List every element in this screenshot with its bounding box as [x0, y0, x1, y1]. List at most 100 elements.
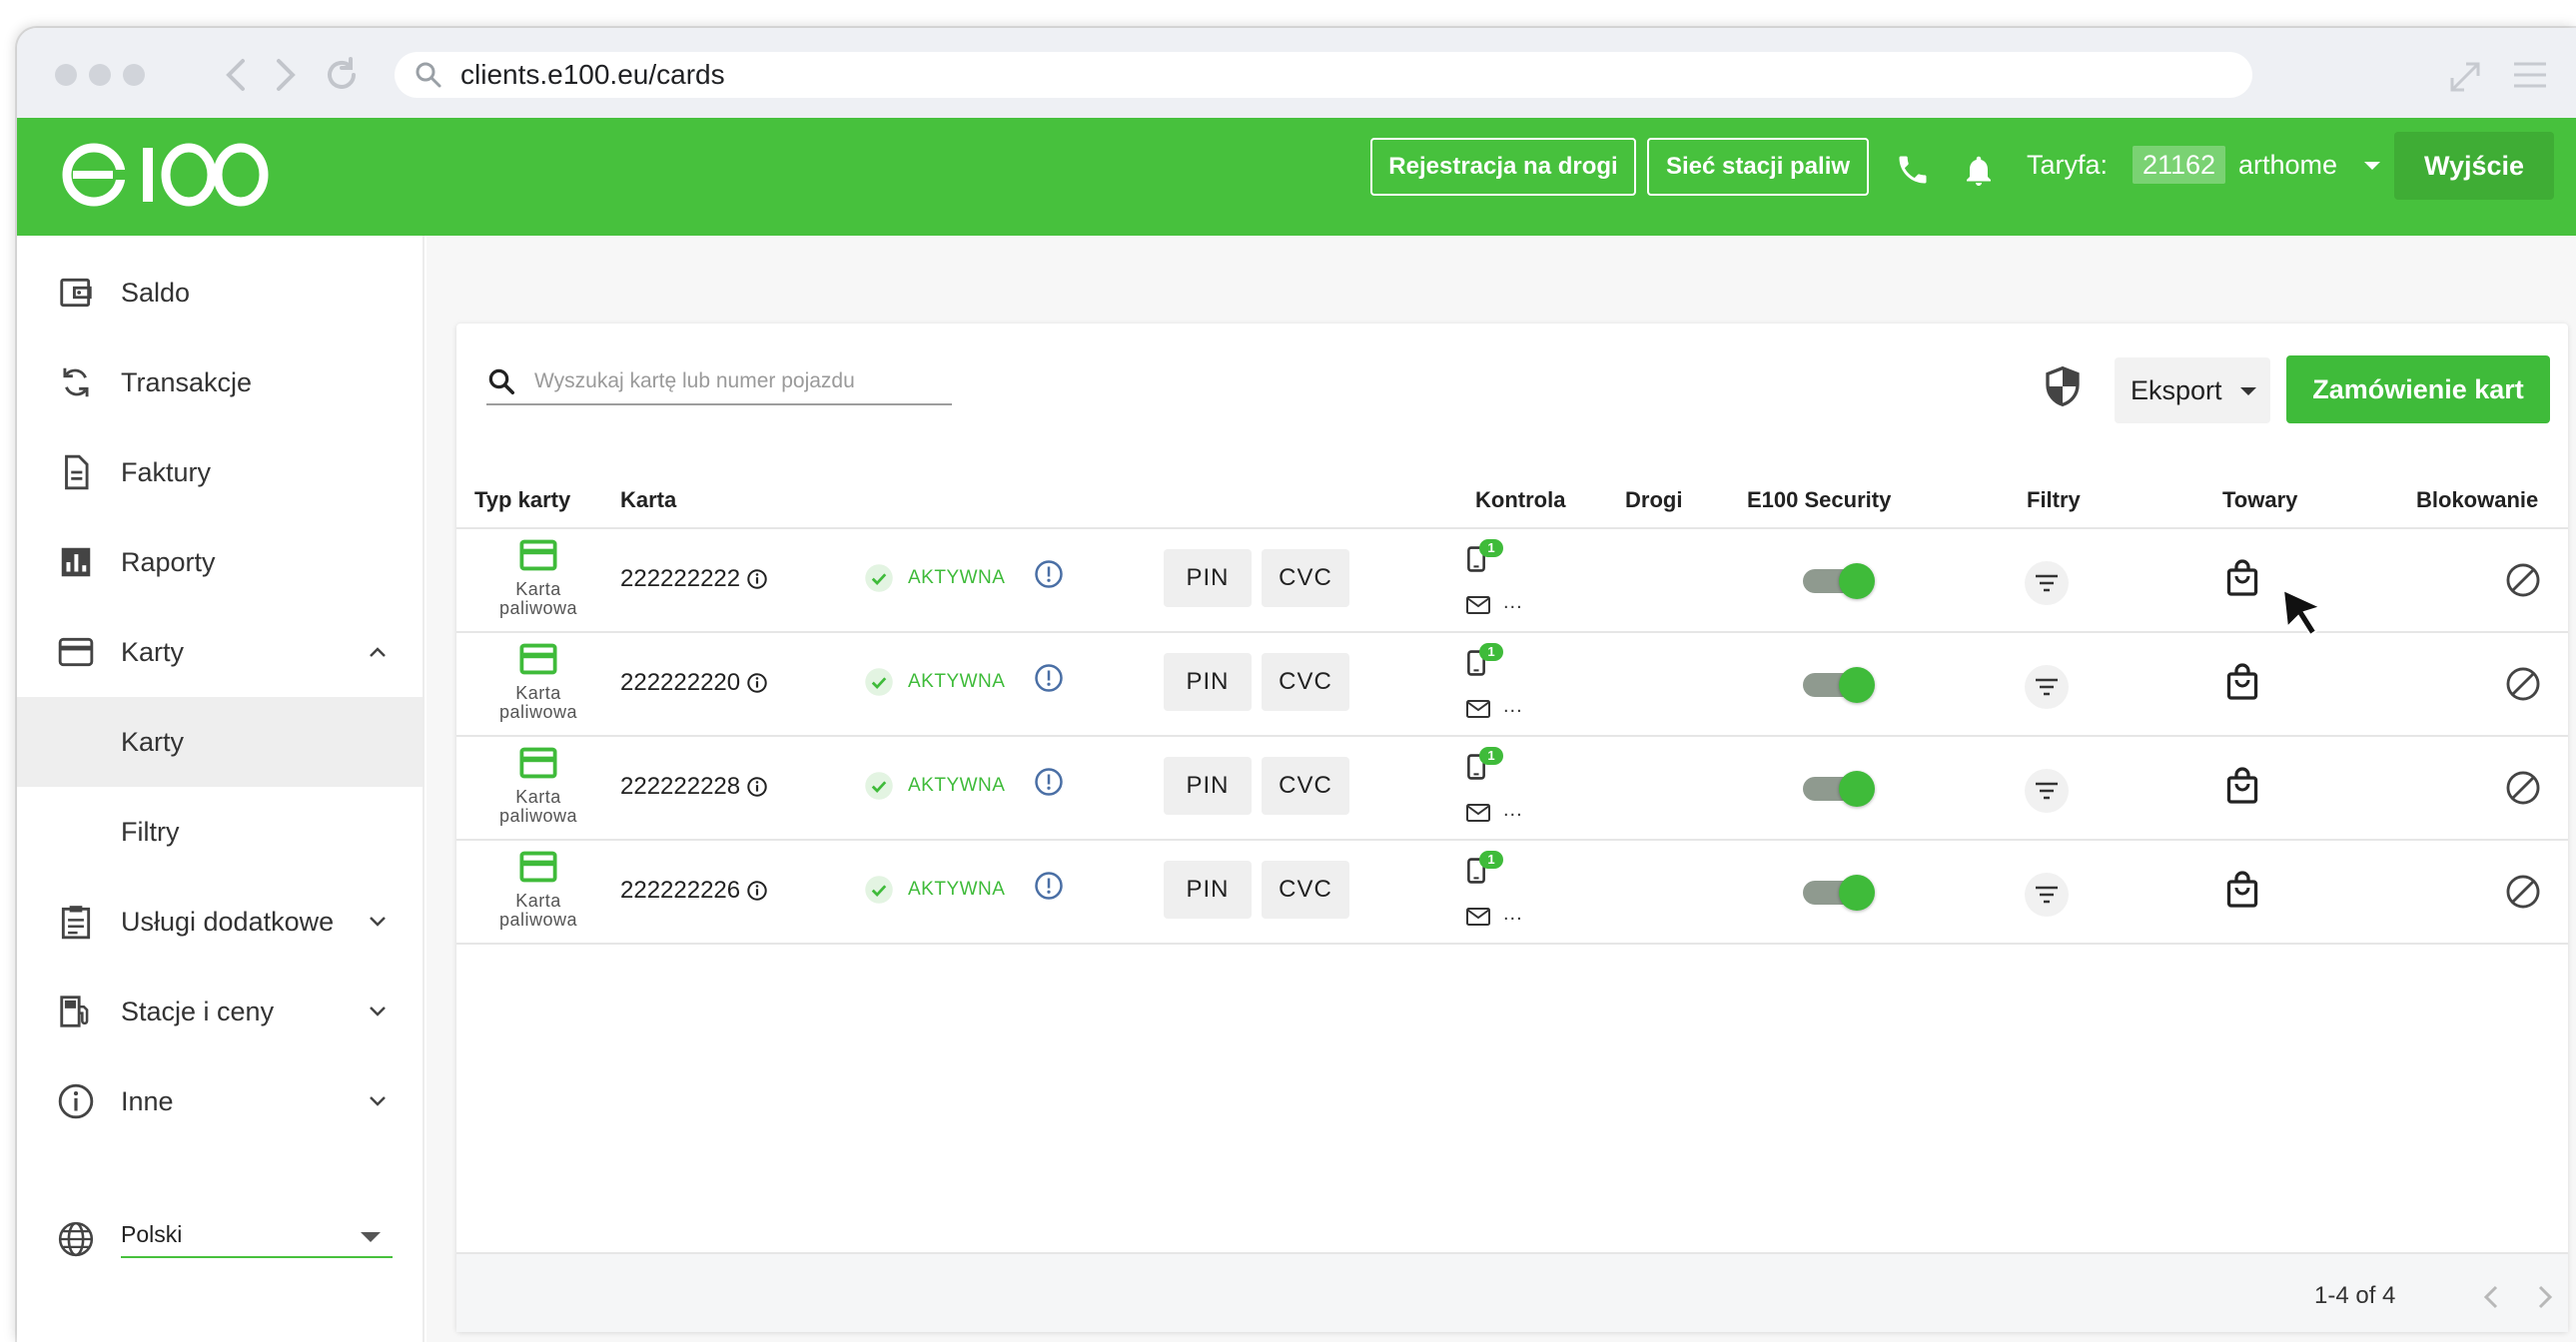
column-header-card-type[interactable]: Typ karty [474, 487, 570, 513]
sidebar-subitem-filtry[interactable]: Filtry [17, 787, 423, 877]
more-indicator: ... [1503, 799, 1523, 821]
e100-security-toggle[interactable] [1803, 771, 1875, 807]
address-bar[interactable]: clients.e100.eu/cards [395, 52, 2252, 98]
toggle-knob [1839, 875, 1875, 911]
chevron-down-icon[interactable] [367, 911, 389, 933]
alert-circle-icon[interactable] [1034, 559, 1064, 589]
sidebar-subitem-karty[interactable]: Karty [17, 697, 423, 787]
sidebar-item-inne[interactable]: Inne [17, 1056, 423, 1146]
notification-bell-icon[interactable] [1961, 152, 1997, 190]
phone-icon[interactable] [1895, 152, 1931, 188]
info-icon[interactable] [746, 880, 768, 902]
card-number[interactable]: 222222226 [620, 877, 740, 905]
cvc-button[interactable]: CVC [1262, 861, 1349, 919]
info-icon[interactable] [746, 568, 768, 590]
refresh-icon [63, 367, 89, 397]
control-cell[interactable]: 1 ... [1465, 747, 1535, 831]
road-registration-button[interactable]: Rejestracja na drogi [1370, 138, 1636, 196]
window-close-dot[interactable] [55, 64, 77, 86]
block-icon[interactable] [2504, 561, 2542, 599]
search-input[interactable] [534, 369, 934, 393]
more-indicator: ... [1503, 591, 1523, 613]
block-icon[interactable] [2504, 769, 2542, 807]
table-row[interactable]: Karta paliwowa 222222222 AKTYWNA PIN CVC… [456, 529, 2568, 633]
info-icon [58, 1083, 94, 1119]
column-header-card[interactable]: Karta [620, 487, 676, 513]
reload-icon[interactable] [323, 56, 361, 94]
window-minimize-dot[interactable] [89, 64, 111, 86]
card-number[interactable]: 222222222 [620, 565, 740, 593]
column-header-goods[interactable]: Towary [2222, 487, 2297, 513]
tariff-value: 21162 [2133, 146, 2226, 184]
e100-logo[interactable] [61, 140, 271, 210]
sidebar-item-karty[interactable]: Karty [17, 607, 423, 697]
info-icon[interactable] [746, 672, 768, 694]
e100-security-toggle[interactable] [1803, 667, 1875, 703]
alert-circle-icon[interactable] [1034, 871, 1064, 901]
pin-button[interactable]: PIN [1164, 757, 1252, 815]
block-icon[interactable] [2504, 665, 2542, 703]
more-indicator: ... [1503, 903, 1523, 925]
expand-icon[interactable] [2448, 60, 2482, 94]
shopping-bag-icon[interactable] [2224, 871, 2260, 911]
cvc-button[interactable]: CVC [1262, 757, 1349, 815]
station-network-button[interactable]: Sieć stacji paliw [1647, 138, 1869, 196]
cvc-button[interactable]: CVC [1262, 549, 1349, 607]
menu-icon[interactable] [2512, 60, 2548, 90]
user-menu-caret-icon[interactable] [2364, 162, 2380, 170]
pin-button[interactable]: PIN [1164, 653, 1252, 711]
back-arrow-icon[interactable] [223, 58, 249, 92]
sidebar-item-faktury[interactable]: Faktury [17, 427, 423, 517]
sidebar-item-saldo[interactable]: Saldo [17, 248, 423, 337]
column-header-control[interactable]: Kontrola [1475, 487, 1565, 513]
chevron-down-icon[interactable] [367, 1090, 389, 1112]
chevron-up-icon[interactable] [367, 641, 389, 663]
card-number[interactable]: 222222220 [620, 669, 740, 697]
export-button[interactable]: Eksport [2115, 357, 2270, 423]
column-header-blocking[interactable]: Blokowanie [2416, 487, 2538, 513]
previous-page-icon[interactable] [2482, 1284, 2500, 1310]
logout-button[interactable]: Wyjście [2394, 132, 2554, 200]
filter-button[interactable] [2025, 665, 2069, 709]
table-row[interactable]: Karta paliwowa 222222228 AKTYWNA PIN CVC… [456, 737, 2568, 841]
shopping-bag-icon[interactable] [2224, 663, 2260, 703]
card-type-cell: Karta paliwowa [486, 539, 590, 618]
control-cell[interactable]: 1 ... [1465, 851, 1535, 935]
info-icon[interactable] [746, 776, 768, 798]
window-maximize-dot[interactable] [123, 64, 145, 86]
order-cards-button[interactable]: Zamówienie kart [2286, 355, 2550, 423]
filter-button[interactable] [2025, 873, 2069, 917]
filter-button[interactable] [2025, 561, 2069, 605]
control-cell[interactable]: 1 ... [1465, 643, 1535, 727]
alert-circle-icon[interactable] [1034, 767, 1064, 797]
column-header-e100-security[interactable]: E100 Security [1747, 487, 1891, 513]
column-header-filters[interactable]: Filtry [2027, 487, 2081, 513]
card-number[interactable]: 222222228 [620, 773, 740, 801]
forward-arrow-icon[interactable] [273, 58, 299, 92]
shopping-bag-icon[interactable] [2224, 559, 2260, 599]
filter-button[interactable] [2025, 769, 2069, 813]
chevron-down-icon[interactable] [367, 1001, 389, 1022]
sidebar-item-transakcje[interactable]: Transakcje [17, 337, 423, 427]
credit-card-icon [58, 637, 94, 667]
cvc-button[interactable]: CVC [1262, 653, 1349, 711]
language-select[interactable]: Polski [121, 1214, 393, 1258]
next-page-icon[interactable] [2536, 1284, 2554, 1310]
table-row[interactable]: Karta paliwowa 222222220 AKTYWNA PIN CVC… [456, 633, 2568, 737]
search-field[interactable] [486, 359, 952, 405]
pin-button[interactable]: PIN [1164, 549, 1252, 607]
user-menu[interactable]: arthome [2238, 150, 2337, 181]
table-row[interactable]: Karta paliwowa 222222226 AKTYWNA PIN CVC… [456, 841, 2568, 945]
pin-button[interactable]: PIN [1164, 861, 1252, 919]
column-header-roads[interactable]: Drogi [1625, 487, 1682, 513]
shopping-bag-icon[interactable] [2224, 767, 2260, 807]
control-cell[interactable]: 1 ... [1465, 539, 1535, 623]
alert-circle-icon[interactable] [1034, 663, 1064, 693]
sidebar-item-raporty[interactable]: Raporty [17, 517, 423, 607]
shield-icon[interactable] [2043, 363, 2083, 409]
block-icon[interactable] [2504, 873, 2542, 911]
sidebar-item-stacje-i-ceny[interactable]: Stacje i ceny [17, 967, 423, 1056]
sidebar-item-uslugi-dodatkowe[interactable]: Usługi dodatkowe [17, 877, 423, 967]
e100-security-toggle[interactable] [1803, 875, 1875, 911]
e100-security-toggle[interactable] [1803, 563, 1875, 599]
